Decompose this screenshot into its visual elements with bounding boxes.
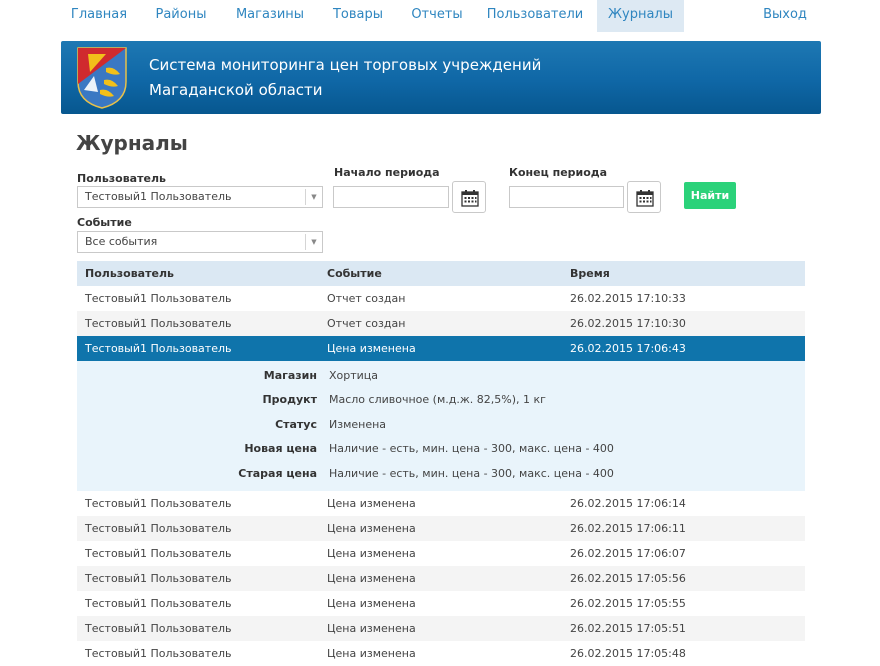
nav-item-journals[interactable]: Журналы [597,0,684,32]
header-time: Время [570,267,610,280]
user-select[interactable]: Тестовый1 Пользователь ▼ [77,186,323,208]
detail-value: Наличие - есть, мин. цена - 300, макс. ц… [329,467,614,480]
cell-event: Цена изменена [327,342,416,355]
detail-value: Изменена [329,418,387,431]
detail-status: Статус Изменена [77,418,805,438]
detail-label: Старая цена [238,467,317,480]
table-row[interactable]: Тестовый1 Пользователь Цена изменена 26.… [77,541,805,566]
detail-old-price: Старая цена Наличие - есть, мин. цена - … [77,467,805,487]
table-row[interactable]: Тестовый1 Пользователь Цена изменена 26.… [77,591,805,616]
cell-user: Тестовый1 Пользователь [85,497,232,510]
detail-label: Магазин [263,369,317,382]
cell-event: Цена изменена [327,572,416,585]
table-row[interactable]: Тестовый1 Пользователь Цена изменена 26.… [77,491,805,516]
nav-item-districts[interactable]: Районы [150,0,212,32]
nav-item-stores[interactable]: Магазины [230,0,310,32]
end-date-input[interactable] [509,186,624,208]
detail-label: Продукт [262,393,317,406]
nav-item-reports[interactable]: Отчеты [404,0,470,32]
table-row[interactable]: Тестовый1 Пользователь Цена изменена 26.… [77,516,805,541]
cell-time: 26.02.2015 17:05:56 [570,572,686,585]
cell-user: Тестовый1 Пользователь [85,317,232,330]
coat-of-arms-icon [77,47,127,109]
event-select-value: Все события [85,235,158,248]
find-button[interactable]: Найти [684,182,736,209]
end-period-label: Конец периода [509,166,608,179]
cell-event: Цена изменена [327,547,416,560]
cell-time: 26.02.2015 17:05:48 [570,647,686,660]
table-row-selected[interactable]: Тестовый1 Пользователь Цена изменена 26.… [77,336,805,361]
table-row[interactable]: Тестовый1 Пользователь Отчет создан 26.0… [77,311,805,336]
header-user: Пользователь [85,267,174,280]
cell-event: Цена изменена [327,647,416,660]
cell-user: Тестовый1 Пользователь [85,647,232,660]
detail-store: Магазин Хортица [77,369,805,389]
journal-table: Пользователь Событие Время Тестовый1 Пол… [77,261,805,666]
cell-user: Тестовый1 Пользователь [85,622,232,635]
header-banner: Система мониторинга цен торговых учрежде… [61,41,821,114]
user-select-value: Тестовый1 Пользователь [85,190,232,203]
calendar-icon [461,190,479,207]
table-row[interactable]: Тестовый1 Пользователь Цена изменена 26.… [77,566,805,591]
cell-event: Цена изменена [327,522,416,535]
chevron-down-icon: ▼ [305,234,322,250]
logout-link[interactable]: Выход [755,0,815,32]
nav-item-home[interactable]: Главная [66,0,132,32]
cell-user: Тестовый1 Пользователь [85,342,232,355]
cell-event: Цена изменена [327,597,416,610]
detail-new-price: Новая цена Наличие - есть, мин. цена - 3… [77,442,805,462]
cell-user: Тестовый1 Пользователь [85,547,232,560]
end-calendar-button[interactable] [627,181,661,213]
detail-value: Наличие - есть, мин. цена - 300, макс. ц… [329,442,614,455]
cell-event: Цена изменена [327,622,416,635]
user-filter-label: Пользователь [77,172,166,185]
start-period-label: Начало периода [334,166,440,179]
detail-label: Новая цена [244,442,317,455]
chevron-down-icon: ▼ [305,189,322,205]
top-nav: Главная Районы Магазины Товары Отчеты По… [0,0,880,32]
header-event: Событие [327,267,382,280]
cell-time: 26.02.2015 17:05:55 [570,597,686,610]
start-date-input[interactable] [333,186,449,208]
cell-time: 26.02.2015 17:06:07 [570,547,686,560]
cell-time: 26.02.2015 17:10:33 [570,292,686,305]
cell-time: 26.02.2015 17:10:30 [570,317,686,330]
start-calendar-button[interactable] [452,181,486,213]
table-row[interactable]: Тестовый1 Пользователь Цена изменена 26.… [77,641,805,666]
cell-event: Отчет создан [327,317,406,330]
cell-time: 26.02.2015 17:06:14 [570,497,686,510]
detail-product: Продукт Масло сливочное (м.д.ж. 82,5%), … [77,393,805,413]
row-details-panel: Магазин Хортица Продукт Масло сливочное … [77,361,805,491]
detail-value: Масло сливочное (м.д.ж. 82,5%), 1 кг [329,393,546,406]
banner-title-line2: Магаданской области [149,81,323,99]
cell-user: Тестовый1 Пользователь [85,572,232,585]
table-row[interactable]: Тестовый1 Пользователь Отчет создан 26.0… [77,286,805,311]
table-row[interactable]: Тестовый1 Пользователь Цена изменена 26.… [77,616,805,641]
cell-time: 26.02.2015 17:06:43 [570,342,686,355]
calendar-icon [636,190,654,207]
page-title: Журналы [76,131,188,155]
nav-item-products[interactable]: Товары [327,0,389,32]
cell-event: Отчет создан [327,292,406,305]
cell-event: Цена изменена [327,497,416,510]
event-select[interactable]: Все события ▼ [77,231,323,253]
detail-value: Хортица [329,369,379,382]
cell-time: 26.02.2015 17:06:11 [570,522,686,535]
cell-user: Тестовый1 Пользователь [85,597,232,610]
event-filter-label: Событие [77,216,132,229]
cell-user: Тестовый1 Пользователь [85,522,232,535]
banner-title-line1: Система мониторинга цен торговых учрежде… [149,56,542,74]
cell-time: 26.02.2015 17:05:51 [570,622,686,635]
cell-user: Тестовый1 Пользователь [85,292,232,305]
nav-item-users[interactable]: Пользователи [486,0,584,32]
detail-label: Статус [275,418,317,431]
table-header: Пользователь Событие Время [77,261,805,286]
